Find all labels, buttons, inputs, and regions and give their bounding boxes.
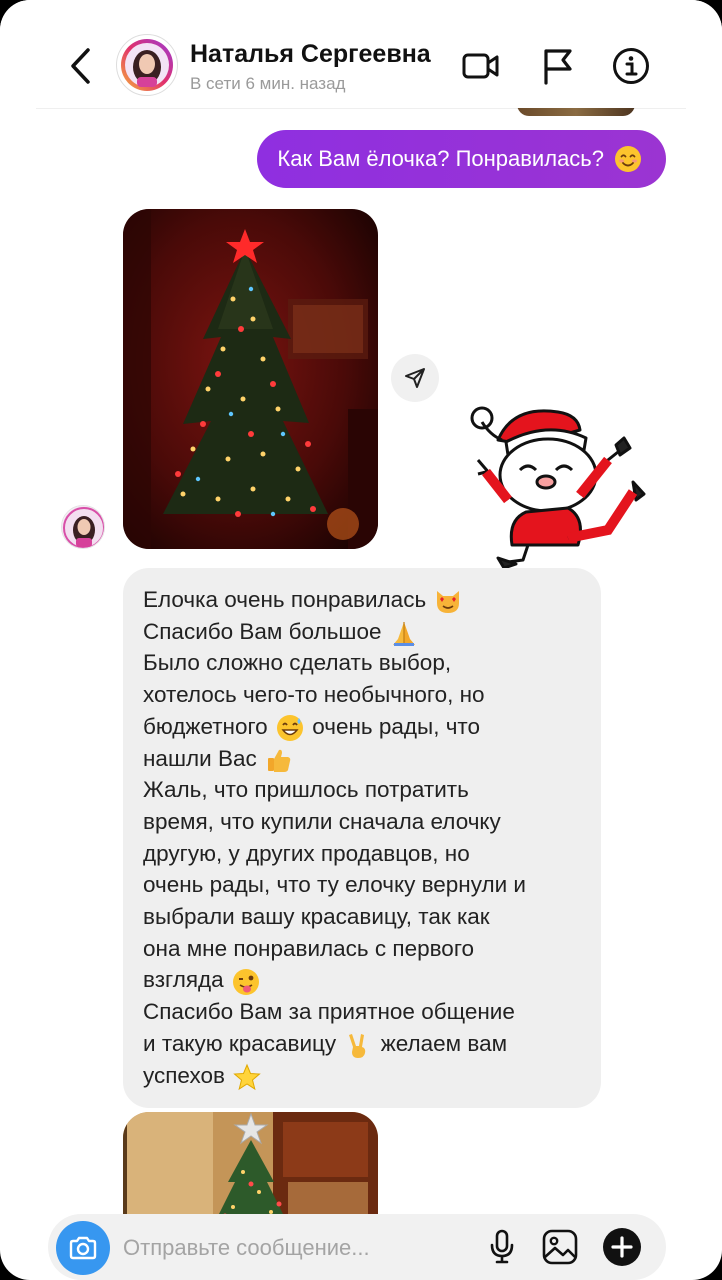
voice-message-button[interactable] <box>482 1227 522 1267</box>
message-line: успехов <box>143 1060 583 1092</box>
paper-plane-icon <box>405 368 425 388</box>
message-input[interactable] <box>123 1232 443 1264</box>
flag-icon <box>544 49 572 85</box>
message-line: Елочка очень понравилась <box>143 584 583 616</box>
message-line: и такую красавицу желаем вам <box>143 1028 583 1060</box>
heart-eyes-cat-emoji <box>434 587 462 615</box>
message-line: взгляда <box>143 964 583 996</box>
share-button[interactable] <box>391 354 439 402</box>
message-line: Спасибо Вам большое <box>143 616 583 648</box>
message-line: Спасибо Вам за приятное общение <box>143 999 515 1025</box>
message-line: Жаль, что пришлось потратить <box>143 777 469 803</box>
message-line: бюджетного очень рады, что <box>143 711 583 743</box>
star-emoji <box>233 1063 261 1091</box>
gallery-button[interactable] <box>540 1227 580 1267</box>
plus-icon <box>603 1228 641 1266</box>
thumbs-up-emoji <box>265 746 293 774</box>
incoming-message[interactable]: Елочка очень понравилась Спасибо Вам бол… <box>123 568 601 1108</box>
smiling-face-emoji <box>614 145 642 173</box>
contact-name[interactable]: Наталья Сергеевна <box>190 40 431 69</box>
message-line: хотелось чего-то необычного, но <box>143 682 485 708</box>
message-line: нашли Вас <box>143 743 583 775</box>
sender-avatar[interactable] <box>61 505 105 549</box>
outgoing-message[interactable]: Как Вам ёлочка? Понравилась? <box>257 130 666 188</box>
camera-icon <box>69 1236 97 1260</box>
chat-screen: Наталья Сергеевна В сети 6 мин. назад Ка… <box>0 0 722 1280</box>
report-button[interactable] <box>535 44 579 88</box>
microphone-icon <box>490 1229 514 1264</box>
contact-avatar[interactable] <box>116 34 178 96</box>
chat-header: Наталья Сергеевна В сети 6 мин. назад <box>0 0 722 108</box>
christmas-tree-photo[interactable] <box>123 209 378 549</box>
christmas-tree-photo-2[interactable] <box>123 1112 378 1222</box>
winking-tongue-emoji <box>232 968 260 996</box>
grinning-sweat-emoji <box>276 714 304 742</box>
message-composer <box>48 1214 666 1280</box>
folded-hands-emoji <box>390 619 418 647</box>
message-line: она мне понравилась с первого <box>143 935 475 961</box>
info-icon <box>613 48 649 84</box>
video-camera-icon <box>462 53 499 79</box>
more-options-button[interactable] <box>602 1227 642 1267</box>
image-icon <box>542 1229 578 1265</box>
victory-hand-emoji <box>344 1031 372 1059</box>
camera-button[interactable] <box>56 1221 110 1275</box>
message-line: очень рады, что ту елочку вернули и <box>143 872 526 898</box>
message-line: время, что купили сначала елочку <box>143 808 501 834</box>
message-line: другую, у других продавцов, но <box>143 840 470 866</box>
santa-sticker[interactable] <box>468 400 648 570</box>
online-status: В сети 6 мин. назад <box>190 74 346 93</box>
video-call-button[interactable] <box>459 44 503 88</box>
outgoing-message-text: Как Вам ёлочка? Понравилась? <box>277 146 604 171</box>
message-line: Было сложно сделать выбор, <box>143 650 452 676</box>
chevron-left-icon <box>71 48 90 84</box>
info-button[interactable] <box>609 44 653 88</box>
back-button[interactable] <box>62 42 98 90</box>
message-line: выбрали вашу красавицу, так как <box>143 904 490 930</box>
